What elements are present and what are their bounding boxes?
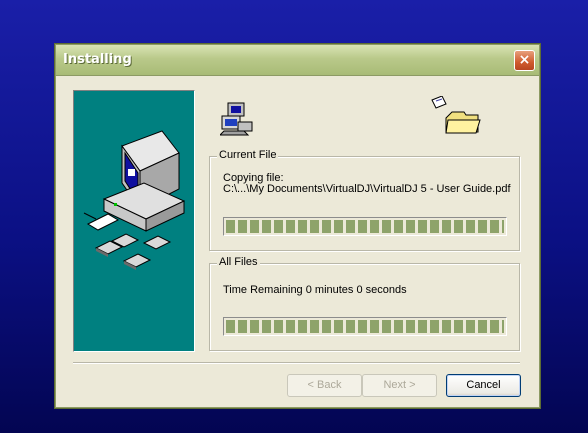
current-file-legend: Current File (217, 149, 279, 161)
all-files-legend: All Files (217, 256, 260, 268)
button-divider (73, 362, 520, 364)
installer-window: Installing × Current File Copying file: … (55, 44, 540, 408)
file-to-folder-icon (430, 95, 482, 141)
current-file-progress-bar (223, 217, 507, 236)
current-file-group: Current File Copying file: C:\...\My Doc… (209, 149, 520, 251)
back-button[interactable]: < Back (287, 374, 362, 397)
current-file-progress-fill (226, 220, 504, 233)
time-remaining-text: Time Remaining 0 minutes 0 seconds (223, 284, 407, 296)
computer-illustration (83, 130, 186, 270)
title-bar[interactable]: Installing × (56, 45, 539, 76)
all-files-group: All Files Time Remaining 0 minutes 0 sec… (209, 256, 520, 351)
computers-icon (218, 101, 256, 142)
close-button[interactable]: × (514, 50, 535, 71)
window-title: Installing (63, 52, 132, 67)
cancel-button[interactable]: Cancel (446, 374, 521, 397)
side-illustration-panel (73, 90, 195, 352)
all-files-progress-bar (223, 317, 507, 336)
next-button[interactable]: Next > (362, 374, 437, 397)
all-files-progress-fill (226, 320, 504, 333)
current-file-path: C:\...\My Documents\VirtualDJ\VirtualDJ … (223, 183, 511, 195)
